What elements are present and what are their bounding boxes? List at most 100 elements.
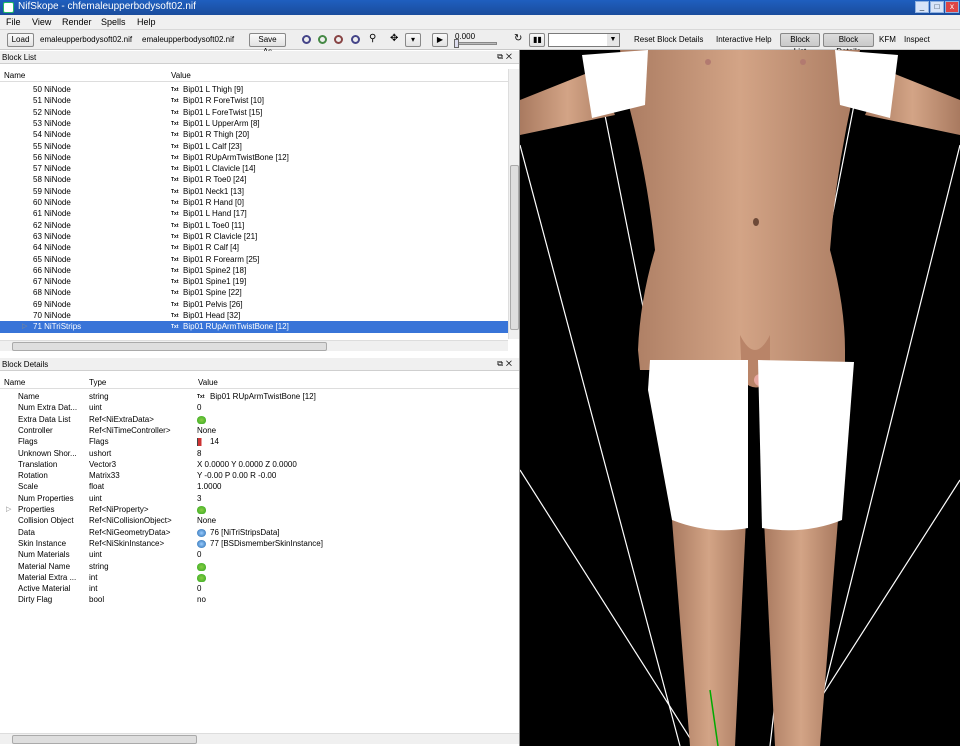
block-list-row[interactable]: 54 NiNode Txt Bip01 R Thigh [20] bbox=[0, 129, 508, 140]
chevron-down-icon[interactable]: ▼ bbox=[607, 34, 619, 46]
block-list-row[interactable]: 51 NiNode Txt Bip01 R ForeTwist [10] bbox=[0, 95, 508, 106]
time-slider[interactable] bbox=[454, 39, 497, 48]
block-list-row[interactable]: 50 NiNode Txt Bip01 L Thigh [9] bbox=[0, 84, 508, 95]
block-list-vscroll-thumb[interactable] bbox=[510, 165, 519, 330]
link-list-icon[interactable] bbox=[197, 506, 206, 514]
detail-row[interactable]: Num Properties uint 3 bbox=[0, 493, 519, 504]
load-button[interactable]: Load bbox=[7, 33, 34, 47]
block-list-row[interactable]: 57 NiNode Txt Bip01 L Clavicle [14] bbox=[0, 163, 508, 174]
loop-icon[interactable]: ↻ bbox=[514, 33, 522, 44]
block-list-row[interactable]: 69 NiNode Txt Bip01 Pelvis [26] bbox=[0, 299, 508, 310]
field-value[interactable]: 14 bbox=[210, 436, 219, 447]
block-list-row[interactable]: 52 NiNode Txt Bip01 L ForeTwist [15] bbox=[0, 107, 508, 118]
expand-arrow-icon[interactable]: ▷ bbox=[22, 321, 27, 332]
block-list-row[interactable]: 66 NiNode Txt Bip01 Spine2 [18] bbox=[0, 265, 508, 276]
detail-row[interactable]: Name string Txt Bip01 RUpArmTwistBone [12] bbox=[0, 391, 519, 402]
block-list-row[interactable]: 60 NiNode Txt Bip01 R Hand [0] bbox=[0, 197, 508, 208]
block-list-row[interactable]: 61 NiNode Txt Bip01 L Hand [17] bbox=[0, 208, 508, 219]
detail-row[interactable]: Collision Object Ref<NiCollisionObject> No… bbox=[0, 515, 519, 526]
switch-icon[interactable]: ▮▮ bbox=[529, 33, 545, 47]
play-button[interactable]: ▶ bbox=[432, 33, 448, 47]
block-list-row[interactable]: 58 NiNode Txt Bip01 R Toe0 [24] bbox=[0, 174, 508, 185]
detail-row[interactable]: Extra Data List Ref<NiExtraData> bbox=[0, 414, 519, 425]
detail-row[interactable]: Active Material int 0 bbox=[0, 583, 519, 594]
save-path-field[interactable]: emaleupperbodysoft02.nif bbox=[142, 35, 234, 44]
field-value[interactable]: 0 bbox=[197, 549, 201, 560]
block-list-hscroll[interactable] bbox=[0, 340, 508, 351]
block-list-row[interactable]: 67 NiNode Txt Bip01 Spine1 [19] bbox=[0, 276, 508, 287]
expand-arrow-icon[interactable]: ▷ bbox=[6, 504, 11, 515]
field-value[interactable]: X 0.0000 Y 0.0000 Z 0.0000 bbox=[197, 459, 297, 470]
detail-row[interactable]: Translation Vector3 X 0.0000 Y 0.0000 Z 0.… bbox=[0, 459, 519, 470]
view-user-icon[interactable] bbox=[351, 35, 360, 44]
animation-select[interactable]: ▼ bbox=[548, 33, 620, 47]
field-value[interactable]: 76 [NiTriStripsData] bbox=[210, 527, 280, 538]
detail-row[interactable]: Skin Instance Ref<NiSkinInstance> 77 [BSDi… bbox=[0, 538, 519, 549]
field-value[interactable]: 3 bbox=[197, 493, 201, 504]
menu-view[interactable]: View bbox=[32, 17, 51, 27]
block-details-toggle[interactable]: Block Details bbox=[823, 33, 874, 56]
field-value[interactable]: 77 [BSDismemberSkinInstance] bbox=[210, 538, 323, 549]
link-list-icon[interactable] bbox=[197, 562, 206, 571]
dock-float-close-icons[interactable]: ⧉✕ bbox=[497, 359, 515, 369]
block-details-hscroll[interactable] bbox=[0, 733, 519, 744]
detail-row[interactable]: ▷ Properties Ref<NiProperty> bbox=[0, 504, 519, 515]
link-list-icon[interactable] bbox=[197, 573, 206, 582]
block-list-row[interactable]: 56 NiNode Txt Bip01 RUpArmTwistBone [12] bbox=[0, 152, 508, 163]
block-list-row[interactable]: 62 NiNode Txt Bip01 L Toe0 [11] bbox=[0, 220, 508, 231]
block-list-row[interactable]: 70 NiNode Txt Bip01 Head [32] bbox=[0, 310, 508, 321]
detail-row[interactable]: Unknown Shor... ushort 8 bbox=[0, 448, 519, 459]
field-value[interactable]: None bbox=[197, 515, 216, 526]
reset-block-details-button[interactable]: Reset Block Details bbox=[634, 35, 703, 44]
detail-row[interactable]: Num Extra Dat... uint 0 bbox=[0, 402, 519, 413]
col-value-header[interactable]: Value bbox=[171, 71, 191, 80]
field-value[interactable]: 0 bbox=[197, 402, 201, 413]
block-list-row[interactable]: 64 NiNode Txt Bip01 R Calf [4] bbox=[0, 242, 508, 253]
block-list-hscroll-thumb[interactable] bbox=[12, 342, 327, 351]
block-list-row[interactable]: ▷ 71 NiTriStrips Txt Bip01 RUpArmTwistBone … bbox=[0, 321, 508, 333]
render-viewport[interactable] bbox=[520, 50, 960, 746]
menu-help[interactable]: Help bbox=[137, 17, 156, 27]
time-slider-knob[interactable] bbox=[454, 39, 459, 48]
field-value[interactable]: 8 bbox=[197, 448, 201, 459]
menu-render[interactable]: Render bbox=[62, 17, 92, 27]
block-list-row[interactable]: 59 NiNode Txt Bip01 Neck1 [13] bbox=[0, 186, 508, 197]
detail-row[interactable]: Scale float 1.0000 bbox=[0, 481, 519, 492]
col-name-header[interactable]: Name bbox=[4, 378, 25, 387]
block-list-row[interactable]: 63 NiNode Txt Bip01 R Clavicle [21] bbox=[0, 231, 508, 242]
field-value[interactable]: Bip01 RUpArmTwistBone [12] bbox=[210, 391, 316, 402]
block-list-row[interactable]: 55 NiNode Txt Bip01 L Calf [23] bbox=[0, 141, 508, 152]
detail-row[interactable]: Flags Flags 14 bbox=[0, 436, 519, 447]
field-value[interactable]: Y -0.00 P 0.00 R -0.00 bbox=[197, 470, 276, 481]
detail-row[interactable]: Rotation Matrix33 Y -0.00 P 0.00 R -0.00 bbox=[0, 470, 519, 481]
detail-row[interactable]: Controller Ref<NiTimeController> None bbox=[0, 425, 519, 436]
detail-row[interactable]: Dirty Flag bool no bbox=[0, 594, 519, 605]
detail-row[interactable]: Material Extra ... int bbox=[0, 572, 519, 583]
field-value[interactable]: no bbox=[197, 594, 206, 605]
view-top-icon[interactable] bbox=[334, 35, 343, 44]
detail-row[interactable]: Material Name string bbox=[0, 561, 519, 572]
menu-file[interactable]: File bbox=[6, 17, 21, 27]
block-list-row[interactable]: 65 NiNode Txt Bip01 R Forearm [25] bbox=[0, 254, 508, 265]
load-path-field[interactable]: emaleupperbodysoft02.nif bbox=[40, 35, 132, 44]
col-value-header[interactable]: Value bbox=[198, 378, 218, 387]
walk-icon[interactable]: ⚲ bbox=[369, 33, 376, 44]
dock-float-close-icons[interactable]: ⧉✕ bbox=[497, 52, 515, 62]
view-side-icon[interactable] bbox=[318, 35, 327, 44]
interactive-help-button[interactable]: Interactive Help bbox=[716, 35, 772, 44]
detail-row[interactable]: Data Ref<NiGeometryData> 76 [NiTriStripsDa… bbox=[0, 527, 519, 538]
field-value[interactable]: None bbox=[197, 425, 216, 436]
link-ref-icon[interactable] bbox=[197, 539, 206, 548]
block-list-vscroll[interactable] bbox=[508, 69, 519, 339]
col-type-header[interactable]: Type bbox=[89, 378, 106, 387]
inspect-button[interactable]: Inspect bbox=[904, 35, 930, 44]
kfm-button[interactable]: KFM bbox=[879, 35, 896, 44]
view-dropdown-button[interactable]: ▾ bbox=[405, 33, 421, 47]
close-window-button[interactable]: x bbox=[945, 1, 959, 13]
block-list-row[interactable]: 68 NiNode Txt Bip01 Spine [22] bbox=[0, 287, 508, 298]
block-list-toggle[interactable]: Block List bbox=[780, 33, 820, 56]
link-list-icon[interactable] bbox=[197, 415, 206, 424]
block-details-hscroll-thumb[interactable] bbox=[12, 735, 197, 744]
menu-spells[interactable]: Spells bbox=[101, 17, 126, 27]
flag-icon[interactable] bbox=[197, 438, 205, 447]
